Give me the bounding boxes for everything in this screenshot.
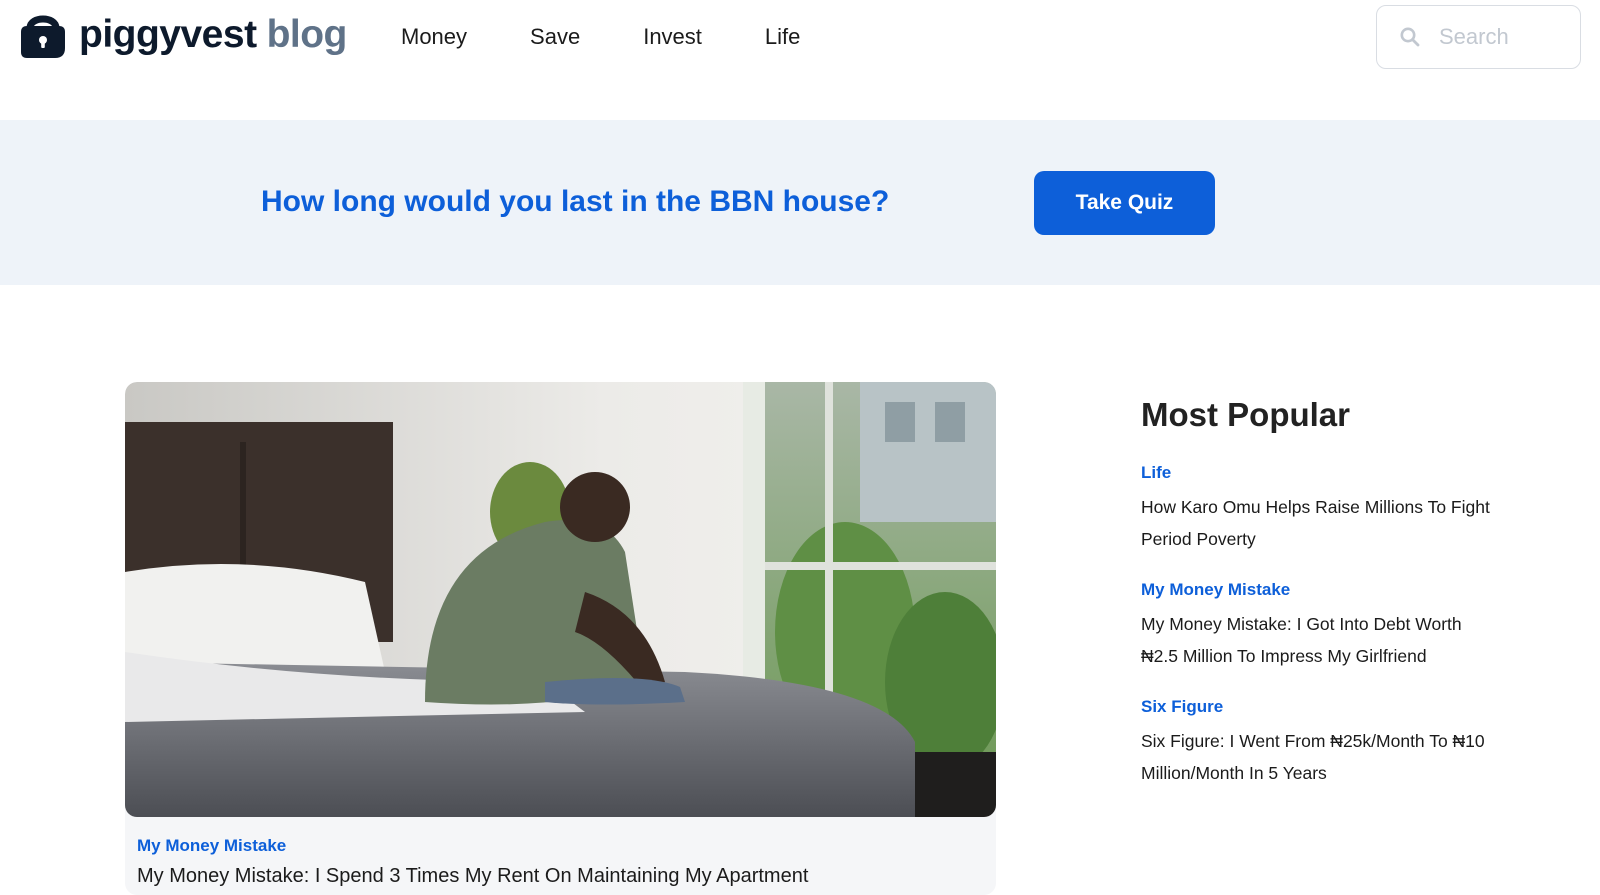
popular-item-title[interactable]: My Money Mistake: I Got Into Debt Worth … bbox=[1141, 608, 1501, 672]
logo-suffix: blog bbox=[266, 12, 348, 56]
most-popular-heading: Most Popular bbox=[1141, 396, 1351, 433]
site-header: piggyvest blog Money Save Invest Life bbox=[0, 0, 1600, 118]
nav-item-life[interactable]: Life bbox=[765, 21, 800, 53]
quiz-banner: How long would you last in the BBN house… bbox=[0, 120, 1600, 285]
most-popular-sidebar: Most Popular Life How Karo Omu Helps Rai… bbox=[1141, 390, 1501, 789]
nav-item-money[interactable]: Money bbox=[401, 21, 467, 53]
search-box[interactable] bbox=[1376, 5, 1581, 69]
nav-item-invest[interactable]: Invest bbox=[643, 21, 702, 53]
main-nav: Money Save Invest Life bbox=[401, 21, 863, 53]
popular-item-title[interactable]: Six Figure: I Went From ₦25k/Month To ₦1… bbox=[1141, 725, 1501, 789]
popular-item-title[interactable]: How Karo Omu Helps Raise Millions To Fig… bbox=[1141, 491, 1501, 555]
search-input[interactable] bbox=[1439, 24, 1579, 50]
popular-item: Life How Karo Omu Helps Raise Millions T… bbox=[1141, 460, 1501, 555]
featured-article-image[interactable] bbox=[125, 382, 996, 817]
popular-item-tag[interactable]: Life bbox=[1141, 460, 1501, 486]
nav-item-save[interactable]: Save bbox=[530, 21, 580, 53]
popular-item-tag[interactable]: My Money Mistake bbox=[1141, 577, 1501, 603]
popular-item-tag[interactable]: Six Figure bbox=[1141, 694, 1501, 720]
site-logo[interactable]: piggyvest blog bbox=[17, 8, 347, 60]
featured-article-tag[interactable]: My Money Mistake bbox=[137, 835, 286, 857]
featured-article[interactable]: My Money Mistake My Money Mistake: I Spe… bbox=[125, 382, 996, 895]
quiz-banner-text: How long would you last in the BBN house… bbox=[261, 185, 890, 218]
search-icon bbox=[1399, 26, 1421, 48]
logo-brand: piggyvest bbox=[79, 12, 257, 56]
popular-item: Six Figure Six Figure: I Went From ₦25k/… bbox=[1141, 694, 1501, 789]
logo-wordmark: piggyvest blog bbox=[79, 15, 347, 54]
featured-article-title[interactable]: My Money Mistake: I Spend 3 Times My Ren… bbox=[137, 862, 808, 890]
popular-item: My Money Mistake My Money Mistake: I Got… bbox=[1141, 577, 1501, 672]
take-quiz-button[interactable]: Take Quiz bbox=[1034, 171, 1215, 235]
piggy-lock-logo-icon bbox=[17, 8, 69, 60]
